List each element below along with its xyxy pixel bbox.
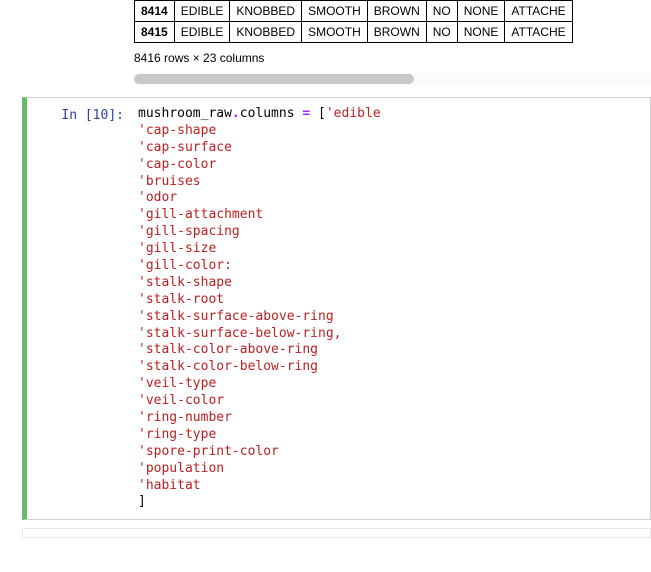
table-cell: KNOBBED <box>230 22 302 43</box>
input-prompt: In [10]: <box>27 102 132 515</box>
table-cell: EDIBLE <box>174 1 230 22</box>
next-cell-placeholder <box>22 528 651 538</box>
output-area: 8414EDIBLEKNOBBEDSMOOTHBROWNNONONEATTACH… <box>0 0 651 85</box>
table-cell: EDIBLE <box>174 22 230 43</box>
horizontal-scrollbar[interactable] <box>134 73 651 85</box>
scrollbar-thumb[interactable] <box>134 74 414 84</box>
table-row: 8415EDIBLEKNOBBEDSMOOTHBROWNNONONEATTACH… <box>135 22 573 43</box>
row-index: 8414 <box>135 1 175 22</box>
dataframe-shape: 8416 rows × 23 columns <box>134 43 651 73</box>
table-cell: SMOOTH <box>302 1 368 22</box>
code-editor[interactable]: mushroom_raw.columns = ['edible 'cap-sha… <box>132 102 650 515</box>
table-cell: NONE <box>457 22 505 43</box>
table-cell: BROWN <box>367 22 426 43</box>
table-cell: KNOBBED <box>230 1 302 22</box>
row-index: 8415 <box>135 22 175 43</box>
table-cell: NO <box>426 22 457 43</box>
table-cell: SMOOTH <box>302 22 368 43</box>
table-cell: NONE <box>457 1 505 22</box>
table-cell: ATTACHE <box>505 22 572 43</box>
table-row: 8414EDIBLEKNOBBEDSMOOTHBROWNNONONEATTACH… <box>135 1 573 22</box>
table-cell: ATTACHE <box>505 1 572 22</box>
table-cell: NO <box>426 1 457 22</box>
dataframe-table: 8414EDIBLEKNOBBEDSMOOTHBROWNNONONEATTACH… <box>134 0 573 43</box>
table-cell: BROWN <box>367 1 426 22</box>
code-cell[interactable]: In [10]: mushroom_raw.columns = ['edible… <box>22 97 651 520</box>
